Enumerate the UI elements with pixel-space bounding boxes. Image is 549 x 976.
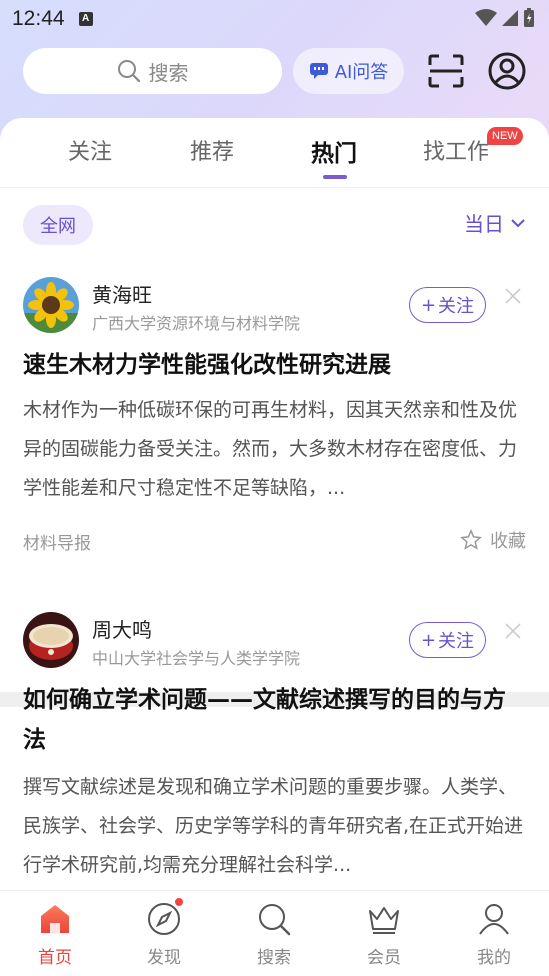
drum-avatar-icon xyxy=(23,612,79,668)
home-icon xyxy=(41,905,69,933)
chat-icon xyxy=(309,63,328,79)
close-icon[interactable] xyxy=(504,287,522,305)
nav-discover-label: 发现 xyxy=(147,948,181,968)
chevron-down-icon xyxy=(511,218,525,227)
search-placeholder: 搜索 xyxy=(148,60,189,85)
nav-search[interactable]: 搜索 xyxy=(234,901,314,968)
article-source: 材料导报 xyxy=(23,534,91,554)
author-name[interactable]: 黄海旺 xyxy=(92,279,152,308)
star-icon xyxy=(460,529,482,550)
avatar[interactable] xyxy=(23,277,79,333)
search-icon xyxy=(117,60,140,83)
search-icon xyxy=(259,904,291,936)
scan-icon[interactable] xyxy=(427,53,465,89)
date-filter[interactable]: 当日 xyxy=(464,208,526,237)
favorite-label: 收藏 xyxy=(490,531,526,552)
article-card[interactable]: 黄海旺 广西大学资源环境与材料学院 + 关注 速生木材力学性能强化改性研究进展 木… xyxy=(0,277,549,554)
battery-icon xyxy=(524,8,534,27)
tab-recommended[interactable]: 推荐 xyxy=(190,134,234,166)
nav-profile-label: 我的 xyxy=(477,948,511,968)
status-time: 12:44 xyxy=(12,7,65,30)
signal-icon xyxy=(502,10,518,26)
favorite-button[interactable]: 收藏 xyxy=(460,527,526,553)
status-bar: 12:44 A xyxy=(0,0,549,38)
author-name[interactable]: 周大鸣 xyxy=(92,614,152,643)
tab-hot[interactable]: 热门 xyxy=(311,134,357,168)
close-icon[interactable] xyxy=(504,622,522,640)
new-badge: NEW xyxy=(487,127,523,145)
content-card: 关注 推荐 热门 找工作 NEW 全网 当日 黄海旺 广西大学资源环境与材料学院… xyxy=(0,118,549,976)
status-icons xyxy=(475,8,535,28)
article-title[interactable]: 速生木材力学性能强化改性研究进展 xyxy=(23,345,527,385)
tab-find-job[interactable]: 找工作 xyxy=(423,134,489,166)
nav-home[interactable]: 首页 xyxy=(15,901,95,968)
ai-qa-button[interactable]: AI问答 xyxy=(293,48,404,94)
follow-button[interactable]: + 关注 xyxy=(409,622,486,658)
search-row: 搜索 AI问答 xyxy=(0,48,549,94)
bottom-nav: 首页 发现 搜索 会员 我的 xyxy=(0,890,549,976)
avatar[interactable] xyxy=(23,612,79,668)
user-icon[interactable] xyxy=(487,51,527,91)
notification-dot xyxy=(173,896,185,908)
tab-bar: 关注 推荐 热门 找工作 NEW xyxy=(0,118,549,188)
article-card[interactable]: 周大鸣 中山大学社会学与人类学学院 + 关注 如何确立学术问题——文献综述撰写的目… xyxy=(0,612,549,892)
nav-member[interactable]: 会员 xyxy=(344,901,424,968)
notification-icon: A xyxy=(78,12,93,26)
follow-label: 关注 xyxy=(438,631,475,652)
wifi-icon xyxy=(475,9,497,26)
crown-icon xyxy=(369,907,399,934)
nav-discover[interactable]: 发现 xyxy=(124,896,204,968)
nav-home-label: 首页 xyxy=(38,948,72,968)
search-box[interactable]: 搜索 xyxy=(23,48,282,94)
author-org: 广西大学资源环境与材料学院 xyxy=(92,314,301,333)
nav-search-label: 搜索 xyxy=(257,948,291,968)
ai-qa-label: AI问答 xyxy=(334,62,389,83)
user-icon xyxy=(479,904,509,935)
nav-member-label: 会员 xyxy=(367,948,401,968)
plus-icon: + xyxy=(420,294,437,316)
tab-indicator xyxy=(323,175,347,179)
follow-button[interactable]: + 关注 xyxy=(409,287,486,323)
follow-label: 关注 xyxy=(438,296,475,317)
date-filter-label: 当日 xyxy=(464,212,504,236)
article-title[interactable]: 如何确立学术问题——文献综述撰写的目的与方法 xyxy=(23,680,527,760)
article-summary: 撰写文献综述是发现和确立学术问题的重要步骤。人类学、民族学、社会学、历史学等学科… xyxy=(23,776,524,876)
tab-following[interactable]: 关注 xyxy=(68,134,112,166)
article-summary: 木材作为一种低碳环保的可再生材料，因其天然亲和性及优异的固碳能力备受关注。然而，… xyxy=(23,399,518,499)
plus-icon: + xyxy=(420,629,437,651)
sunflower-avatar-icon xyxy=(23,277,79,333)
author-org: 中山大学社会学与人类学学院 xyxy=(92,649,301,668)
nav-profile[interactable]: 我的 xyxy=(454,901,534,968)
scope-filter-chip[interactable]: 全网 xyxy=(23,205,93,245)
